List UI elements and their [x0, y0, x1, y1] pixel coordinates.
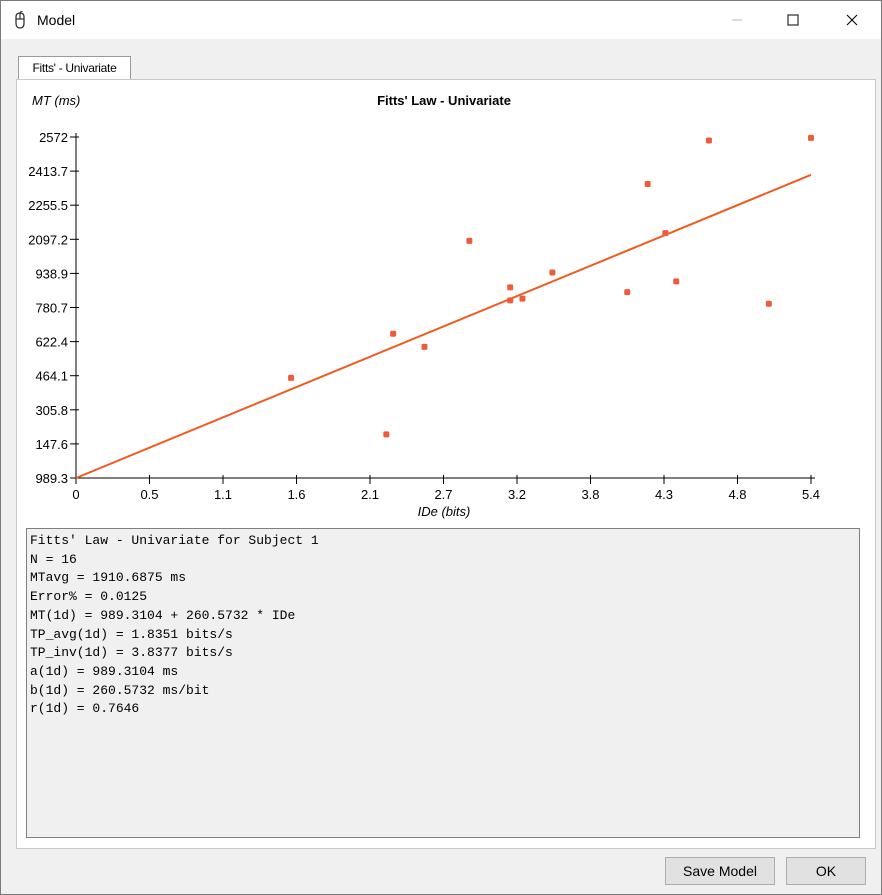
x-tick-label: 1.6 [287, 487, 305, 502]
y-tick-label: 305.8 [35, 403, 68, 418]
result-line: Error% = 0.0125 [30, 589, 148, 605]
y-tick-label: 2572 [39, 130, 68, 145]
data-point [808, 134, 814, 141]
x-tick-label: 0.5 [140, 487, 158, 502]
x-tick-label: 4.3 [655, 487, 673, 502]
y-tick-label: 780.7 [35, 300, 68, 315]
result-line: Fitts' Law - Univariate for Subject 1 [30, 533, 319, 548]
y-tick-label: 622.4 [35, 335, 68, 350]
x-axis-label: IDe (bits) [418, 504, 471, 519]
result-line: r(1d) = 0.7646 [30, 701, 140, 717]
data-point [549, 269, 556, 276]
y-tick-label: 989.3 [35, 471, 68, 486]
data-point [507, 297, 514, 304]
y-tick-label: 2255.5 [28, 198, 68, 213]
data-point [644, 180, 651, 187]
regression-line [75, 173, 812, 479]
x-tick-label: 1.1 [214, 487, 232, 502]
x-tick-label: 5.4 [802, 487, 820, 502]
x-tick-label: 2.1 [361, 487, 379, 502]
y-tick-label: 147.6 [35, 437, 68, 452]
y-tick-label: 2097.2 [28, 232, 68, 247]
data-point [390, 330, 397, 337]
data-point [421, 343, 428, 350]
data-point [662, 230, 669, 237]
result-line: TP_avg(1d) = 1.8351 bits/s [30, 626, 233, 642]
result-line: b(1d) = 260.5732 ms/bit [30, 682, 210, 698]
model-window: Model Fitts' - Univariate MT (ms) Fitts'… [0, 0, 882, 895]
result-line: N = 16 [30, 551, 77, 567]
data-point [705, 137, 712, 144]
x-tick-label: 3.2 [508, 487, 526, 502]
y-tick-label: 464.1 [35, 369, 68, 384]
chart-title: Fitts' Law - Univariate [377, 93, 511, 108]
chart-marks [75, 134, 814, 479]
data-point [507, 284, 514, 291]
save-model-button[interactable]: Save Model [665, 857, 775, 885]
data-point [466, 237, 473, 244]
x-tick-label: 3.8 [581, 487, 599, 502]
data-point [519, 295, 526, 302]
data-point [383, 431, 390, 438]
result-line: MTavg = 1910.6875 ms [30, 570, 187, 586]
y-axis-label: MT (ms) [32, 93, 80, 108]
result-line: MT(1d) = 989.3104 + 260.5732 * IDe [30, 607, 296, 623]
result-line: TP_inv(1d) = 3.8377 bits/s [30, 645, 233, 661]
x-tick-label: 2.7 [434, 487, 452, 502]
data-point [624, 289, 631, 296]
x-tick-label: 0 [72, 487, 79, 502]
ok-button[interactable]: OK [786, 857, 866, 885]
data-point [288, 374, 295, 381]
data-point [673, 278, 680, 285]
data-point [765, 300, 772, 307]
fitts-chart: MT (ms) Fitts' Law - Univariate IDe (bit… [28, 93, 820, 519]
x-tick-label: 4.8 [728, 487, 746, 502]
y-tick-label: 2413.7 [28, 164, 68, 179]
chart-axes: 989.3 147.6 305.8 464.1 622.4 780.7 938.9 2097.… [28, 130, 820, 502]
result-line: a(1d) = 989.3104 ms [30, 663, 179, 679]
y-tick-label: 938.9 [35, 266, 68, 281]
results-textbox[interactable]: Fitts' Law - Univariate for Subject 1 N =… [26, 528, 860, 838]
